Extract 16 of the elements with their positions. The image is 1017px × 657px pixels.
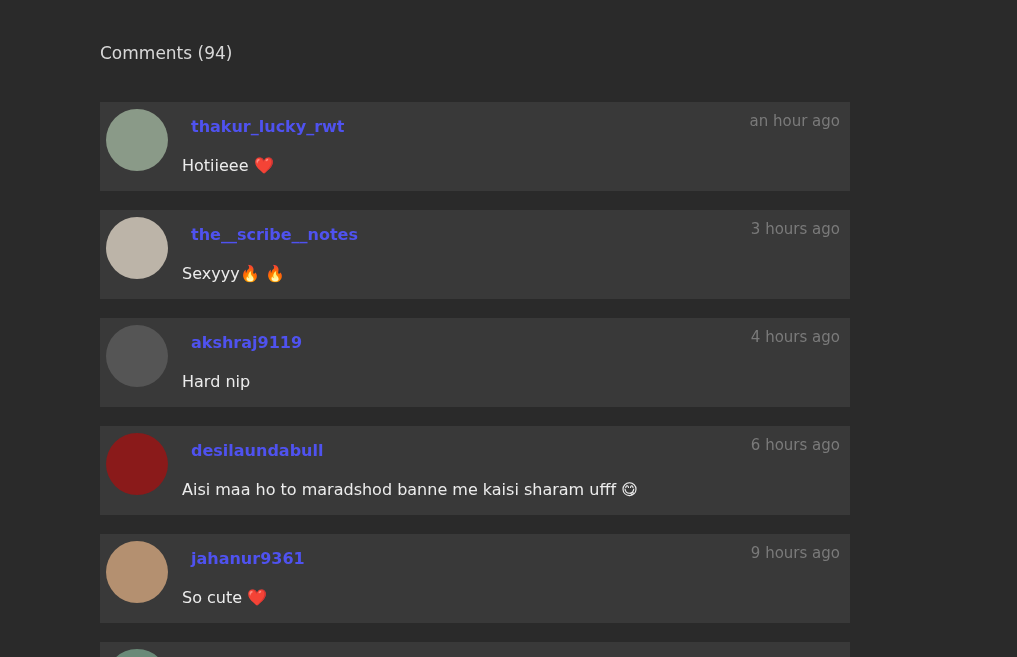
comment-text: So cute ❤ (182, 588, 269, 608)
comment-username[interactable]: jahanur9361 (191, 549, 305, 569)
comment-time: 4 hours ago (750, 328, 840, 346)
comment-time: 6 hours ago (750, 436, 840, 454)
comment-time: 9 hours ago (750, 544, 840, 562)
comment-text: Aisi maa ho to maradshod banne me kaisi sharam ufff 😋 (182, 480, 639, 500)
comment-username[interactable]: the__scribe__notes (191, 225, 358, 245)
comments-heading: Comments (94) (100, 42, 234, 65)
comment-text: Hard nip (182, 372, 252, 392)
comment-text: Hotiieee ❤ (182, 156, 275, 176)
comment-text: Sexyyy🔥 🔥 (182, 264, 286, 284)
comment-time: an hour ago (749, 112, 840, 130)
comment-username[interactable]: desilaundabull (191, 441, 324, 461)
comment-time: 3 hours ago (750, 220, 840, 238)
comment-username[interactable]: akshraj9119 (191, 333, 303, 353)
comment-username[interactable]: thakur_lucky_rwt (191, 117, 345, 137)
